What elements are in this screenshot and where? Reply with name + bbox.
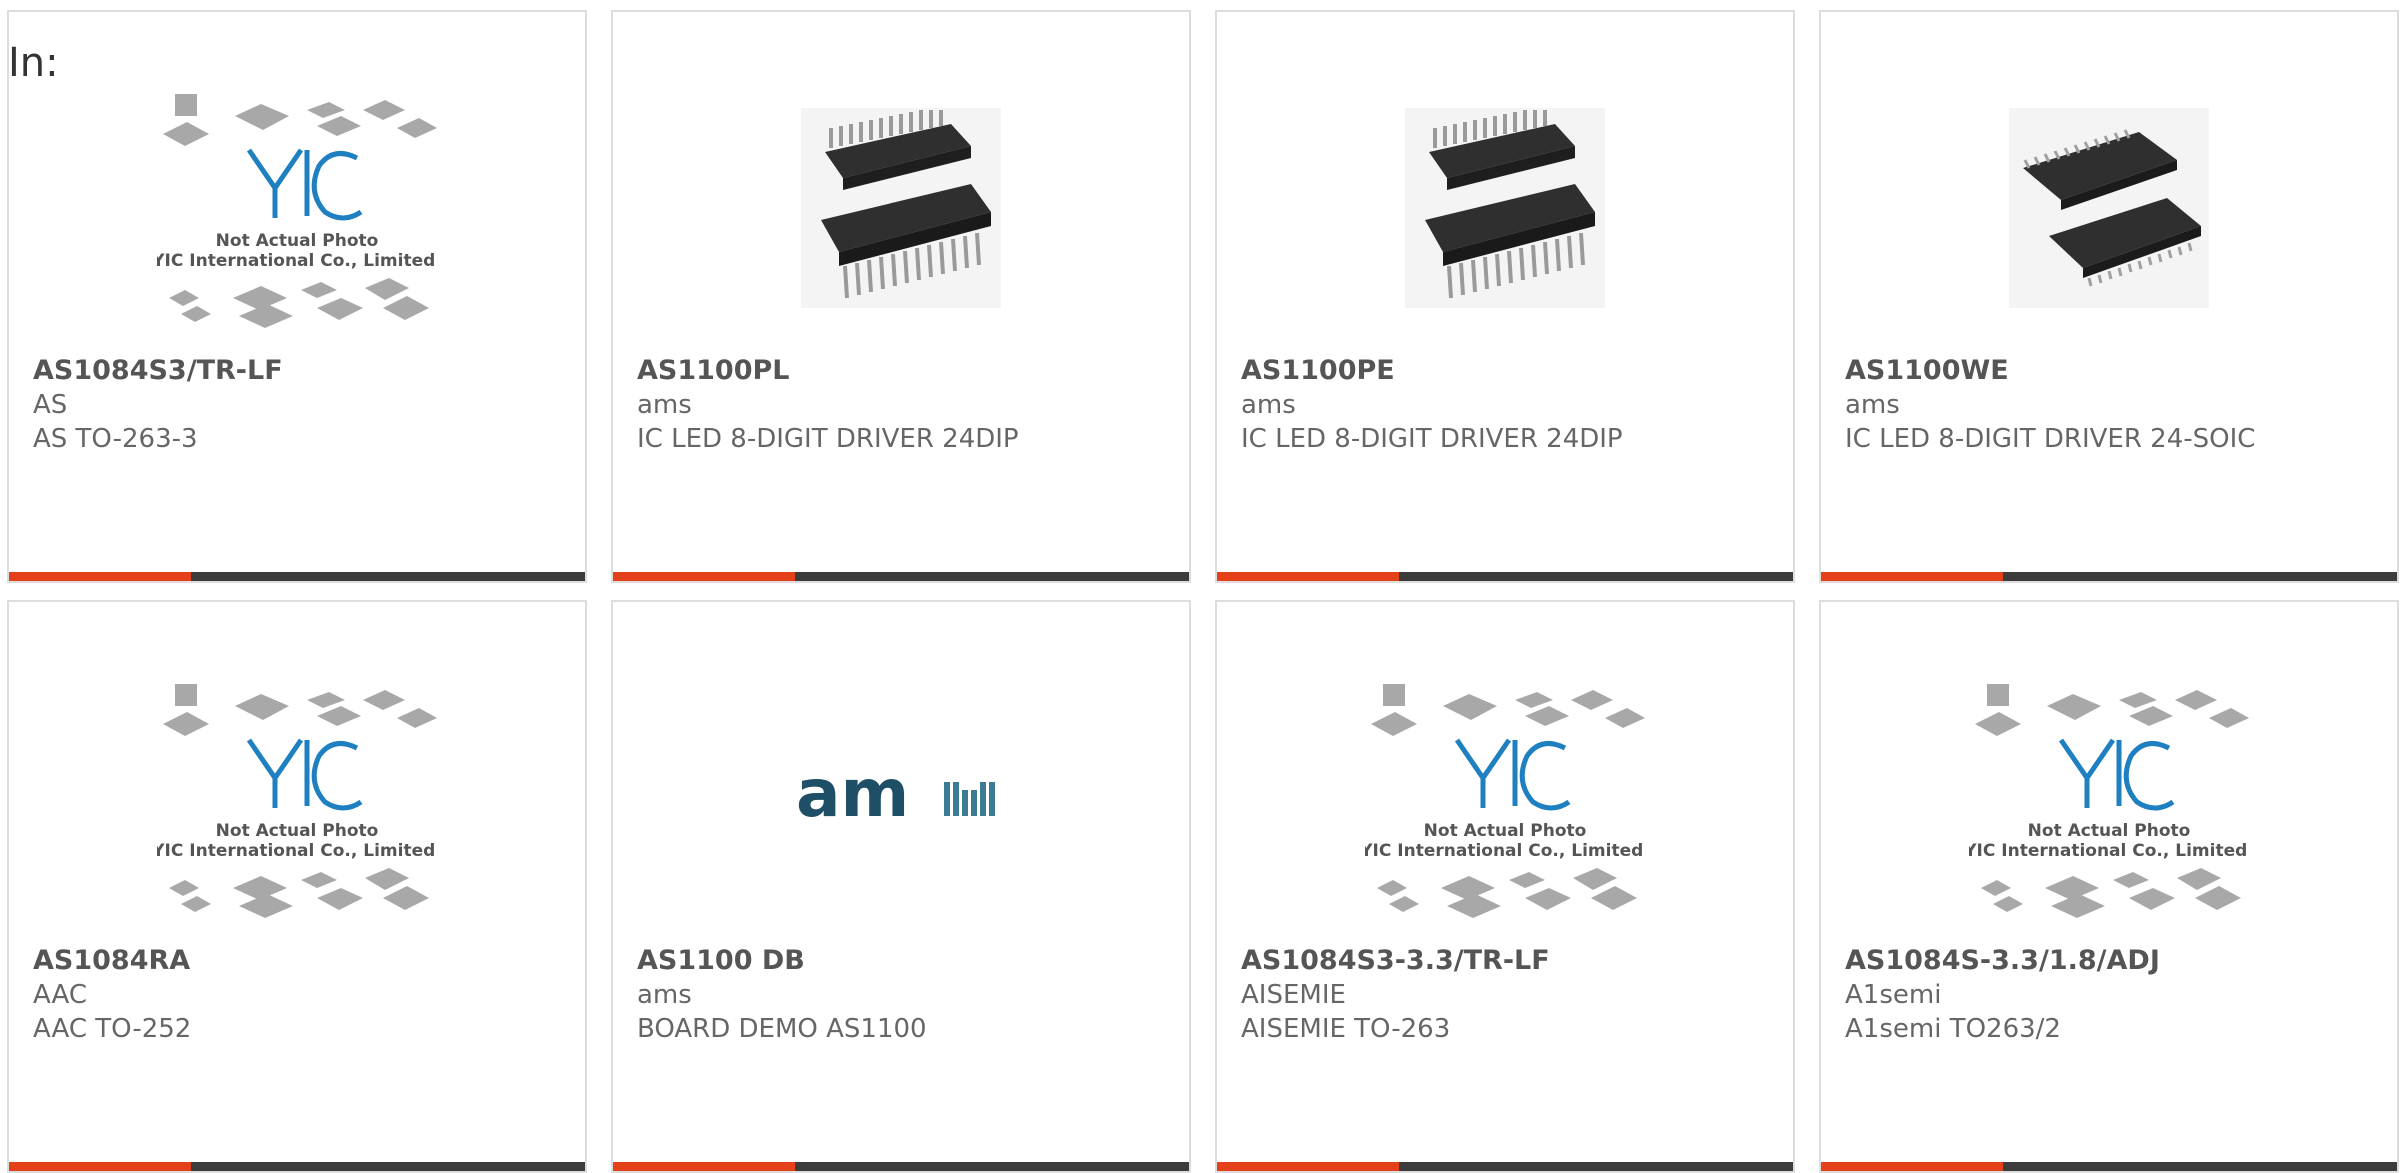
product-card[interactable]: Not Actual Photo YIC International Co., … xyxy=(1819,600,2399,1173)
svg-text:YIC International Co., Limited: YIC International Co., Limited. xyxy=(157,251,437,271)
part-number[interactable]: AS1084S-3.3/1.8/ADJ xyxy=(1845,944,2387,978)
svg-text:YIC International Co., Limited: YIC International Co., Limited. xyxy=(157,841,437,861)
product-card[interactable]: Not Actual Photo YIC International Co., … xyxy=(1215,600,1795,1173)
part-number[interactable]: AS1100PL xyxy=(637,354,1179,388)
yic-placeholder-icon: Not Actual Photo YIC International Co., … xyxy=(9,658,585,938)
product-card[interactable]: Not Actual Photo YIC International Co., … xyxy=(7,600,587,1173)
manufacturer: ams xyxy=(1845,390,1900,420)
svg-text:Not Actual Photo: Not Actual Photo xyxy=(216,821,379,841)
part-number[interactable]: AS1084S3-3.3/TR-LF xyxy=(1241,944,1783,978)
svg-text:YIC International Co., Limited: YIC International Co., Limited. xyxy=(1969,841,2249,861)
svg-text:am: am xyxy=(796,758,909,832)
product-card[interactable]: Not Actual Photo YIC International Co., … xyxy=(7,10,587,583)
card-bar-accent xyxy=(1821,572,2003,581)
part-number[interactable]: AS1100WE xyxy=(1845,354,2387,388)
ams-logo-icon: am xyxy=(613,658,1189,938)
part-number[interactable]: AS1084S3/TR-LF xyxy=(33,354,575,388)
card-bar xyxy=(1821,572,2397,581)
part-number[interactable]: AS1100PE xyxy=(1241,354,1783,388)
soic-chip-icon xyxy=(1821,68,2397,348)
dip-chip-icon xyxy=(1217,68,1793,348)
card-bar xyxy=(1217,572,1793,581)
card-bar-accent xyxy=(613,572,795,581)
card-bar xyxy=(9,572,585,581)
manufacturer: ams xyxy=(1241,390,1296,420)
manufacturer: AAC xyxy=(33,980,87,1010)
description: AS TO-263-3 xyxy=(33,424,198,454)
yic-placeholder-icon: Not Actual Photo YIC International Co., … xyxy=(9,68,585,348)
yic-placeholder-icon: Not Actual Photo YIC International Co., … xyxy=(1217,658,1793,938)
product-card[interactable]: AS1100PE ams IC LED 8-DIGIT DRIVER 24DIP xyxy=(1215,10,1795,583)
svg-text:Not Actual Photo: Not Actual Photo xyxy=(1424,821,1587,841)
part-number[interactable]: AS1100 DB xyxy=(637,944,1179,978)
description: AAC TO-252 xyxy=(33,1014,192,1044)
description: IC LED 8-DIGIT DRIVER 24DIP xyxy=(637,424,1019,454)
filter-label: In: xyxy=(8,40,59,86)
card-bar xyxy=(613,572,1189,581)
description: IC LED 8-DIGIT DRIVER 24DIP xyxy=(1241,424,1623,454)
description: BOARD DEMO AS1100 xyxy=(637,1014,927,1044)
product-card[interactable]: am AS1100 DB ams BOARD DEMO AS1100 xyxy=(611,600,1191,1173)
svg-text:Not Actual Photo: Not Actual Photo xyxy=(216,231,379,251)
part-number[interactable]: AS1084RA xyxy=(33,944,575,978)
description: A1semi TO263/2 xyxy=(1845,1014,2061,1044)
manufacturer: ams xyxy=(637,390,692,420)
card-bar-accent xyxy=(9,572,191,581)
manufacturer: A1semi xyxy=(1845,980,1942,1010)
manufacturer: ams xyxy=(637,980,692,1010)
svg-text:Not Actual Photo: Not Actual Photo xyxy=(2028,821,2191,841)
manufacturer: AS xyxy=(33,390,68,420)
svg-text:YIC International Co., Limited: YIC International Co., Limited. xyxy=(1365,841,1645,861)
yic-placeholder-icon: Not Actual Photo YIC International Co., … xyxy=(1821,658,2397,938)
card-bar-accent xyxy=(1217,572,1399,581)
description: AISEMIE TO-263 xyxy=(1241,1014,1451,1044)
manufacturer: AISEMIE xyxy=(1241,980,1346,1010)
product-card[interactable]: AS1100PL ams IC LED 8-DIGIT DRIVER 24DIP xyxy=(611,10,1191,583)
description: IC LED 8-DIGIT DRIVER 24-SOIC xyxy=(1845,424,2256,454)
dip-chip-icon xyxy=(613,68,1189,348)
product-card[interactable]: AS1100WE ams IC LED 8-DIGIT DRIVER 24-SO… xyxy=(1819,10,2399,583)
product-grid: Not Actual Photo YIC International Co., … xyxy=(0,0,2400,1173)
